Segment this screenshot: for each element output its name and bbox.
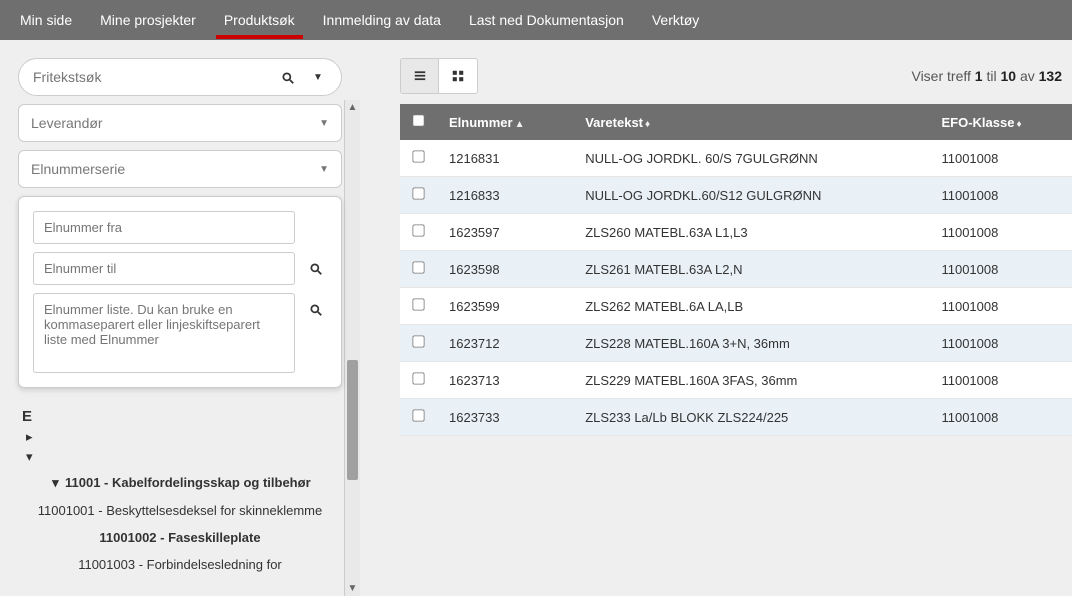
cell-varetekst: NULL-OG JORDKL. 60/S 7GULGRØNN <box>573 140 929 177</box>
col-varetekst[interactable]: Varetekst♦ <box>573 104 929 140</box>
results-table: Elnummer▲ Varetekst♦ EFO-Klasse♦ 1216831… <box>400 104 1072 436</box>
nav-item-innmelding-av-data[interactable]: Innmelding av data <box>323 2 441 38</box>
col-efo-klasse[interactable]: EFO-Klasse♦ <box>929 104 1072 140</box>
cell-varetekst: ZLS233 La/Lb BLOKK ZLS224/225 <box>573 399 929 436</box>
cell-elnummer: 1623599 <box>437 288 573 325</box>
elnumber-series-select[interactable]: Elnummerserie ▼ <box>18 150 342 188</box>
chevron-right-icon[interactable]: ▸ <box>26 429 38 445</box>
tree-child-node[interactable]: 11001003 - Forbindelsesledning for <box>18 551 342 578</box>
row-checkbox[interactable] <box>412 409 424 421</box>
cell-efo: 11001008 <box>929 288 1072 325</box>
elnumber-from-input[interactable] <box>33 211 295 244</box>
nav-item-mine-prosjekter[interactable]: Mine prosjekter <box>100 2 196 38</box>
results-count: Viser treff 1 til 10 av 132 <box>911 68 1062 84</box>
row-checkbox[interactable] <box>412 298 424 310</box>
cell-elnummer: 1623712 <box>437 325 573 362</box>
table-row[interactable]: 1623599ZLS262 MATEBL.6A LA,LB11001008 <box>400 288 1072 325</box>
nav-item-min-side[interactable]: Min side <box>20 2 72 38</box>
scroll-down-icon[interactable]: ▼ <box>345 583 360 594</box>
cell-elnummer: 1623733 <box>437 399 573 436</box>
table-row[interactable]: 1623733ZLS233 La/Lb BLOKK ZLS224/2251100… <box>400 399 1072 436</box>
search-icon[interactable] <box>273 69 303 85</box>
cell-varetekst: ZLS261 MATEBL.63A L2,N <box>573 251 929 288</box>
top-nav: Min side Mine prosjekter Produktsøk Innmeld… <box>0 0 1072 40</box>
cell-efo: 11001008 <box>929 399 1072 436</box>
freetext-search-wrap: ▼ <box>18 58 342 96</box>
cell-elnummer: 1623597 <box>437 214 573 251</box>
row-checkbox[interactable] <box>412 224 424 236</box>
col-elnummer[interactable]: Elnummer▲ <box>437 104 573 140</box>
caret-down-icon[interactable]: ▼ <box>303 72 333 83</box>
grid-view-button[interactable] <box>439 59 477 93</box>
filter-panel: ▼ Leverandør ▼ Elnummerserie ▼ <box>0 40 360 596</box>
tree-parent-node[interactable]: ▾ 11001 - Kabelfordelingsskap og tilbehø… <box>18 469 342 497</box>
sort-icon: ♦ <box>645 119 650 130</box>
cell-efo: 11001008 <box>929 362 1072 399</box>
list-view-button[interactable] <box>401 59 439 93</box>
row-checkbox[interactable] <box>412 372 424 384</box>
table-row[interactable]: 1623598ZLS261 MATEBL.63A L2,N11001008 <box>400 251 1072 288</box>
freetext-search-input[interactable] <box>33 69 273 85</box>
scroll-up-icon[interactable]: ▲ <box>345 102 360 113</box>
table-row[interactable]: 1623712ZLS228 MATEBL.160A 3+N, 36mm11001… <box>400 325 1072 362</box>
left-scrollbar[interactable]: ▲ ▼ <box>344 100 360 596</box>
search-icon[interactable] <box>305 293 327 317</box>
tree-child-node[interactable]: 11001002 - Faseskilleplate <box>18 524 342 551</box>
nav-item-produktsøk[interactable]: Produktsøk <box>224 2 295 38</box>
cell-elnummer: 1216831 <box>437 140 573 177</box>
cell-elnummer: 1216833 <box>437 177 573 214</box>
cell-varetekst: ZLS228 MATEBL.160A 3+N, 36mm <box>573 325 929 362</box>
cell-efo: 11001008 <box>929 214 1072 251</box>
tree-letter-marker: E <box>18 408 342 425</box>
chevron-down-icon[interactable]: ▾ <box>26 449 38 465</box>
row-checkbox[interactable] <box>412 335 424 347</box>
cell-efo: 11001008 <box>929 177 1072 214</box>
category-tree: E ▸ ▾ ▾ 11001 - Kabelfordelingsskap og t… <box>18 408 342 578</box>
table-row[interactable]: 1216831NULL-OG JORDKL. 60/S 7GULGRØNN110… <box>400 140 1072 177</box>
elnumber-to-input[interactable] <box>33 252 295 285</box>
row-checkbox[interactable] <box>412 150 424 162</box>
sort-asc-icon: ▲ <box>515 119 525 130</box>
cell-efo: 11001008 <box>929 325 1072 362</box>
results-panel: Viser treff 1 til 10 av 132 Elnummer▲ Va… <box>360 40 1072 596</box>
cell-elnummer: 1623598 <box>437 251 573 288</box>
row-checkbox[interactable] <box>412 187 424 199</box>
select-all-checkbox[interactable] <box>412 114 424 126</box>
cell-varetekst: NULL-OG JORDKL.60/S12 GULGRØNN <box>573 177 929 214</box>
table-row[interactable]: 1623597ZLS260 MATEBL.63A L1,L311001008 <box>400 214 1072 251</box>
elnumber-series-placeholder: Elnummerserie <box>31 161 125 177</box>
view-toggle <box>400 58 478 94</box>
cell-varetekst: ZLS229 MATEBL.160A 3FAS, 36mm <box>573 362 929 399</box>
cell-elnummer: 1623713 <box>437 362 573 399</box>
cell-varetekst: ZLS262 MATEBL.6A LA,LB <box>573 288 929 325</box>
nav-item-verktøy[interactable]: Verktøy <box>652 2 699 38</box>
table-row[interactable]: 1623713ZLS229 MATEBL.160A 3FAS, 36mm1100… <box>400 362 1072 399</box>
chevron-down-icon: ▾ <box>49 475 61 491</box>
cell-varetekst: ZLS260 MATEBL.63A L1,L3 <box>573 214 929 251</box>
caret-down-icon: ▼ <box>319 164 329 175</box>
nav-item-last-ned-dokumentasjon[interactable]: Last ned Dokumentasjon <box>469 2 624 38</box>
supplier-placeholder: Leverandør <box>31 115 103 131</box>
elnumber-dropdown-panel <box>18 196 342 388</box>
sort-icon: ♦ <box>1016 119 1021 130</box>
table-row[interactable]: 1216833NULL-OG JORDKL.60/S12 GULGRØNN110… <box>400 177 1072 214</box>
tree-child-node[interactable]: 11001001 - Beskyttelsesdeksel for skinne… <box>18 497 342 524</box>
scroll-thumb[interactable] <box>347 360 358 480</box>
elnumber-list-textarea[interactable] <box>33 293 295 373</box>
row-checkbox[interactable] <box>412 261 424 273</box>
supplier-select[interactable]: Leverandør ▼ <box>18 104 342 142</box>
caret-down-icon: ▼ <box>319 118 329 129</box>
search-icon[interactable] <box>305 252 327 276</box>
cell-efo: 11001008 <box>929 251 1072 288</box>
cell-efo: 11001008 <box>929 140 1072 177</box>
